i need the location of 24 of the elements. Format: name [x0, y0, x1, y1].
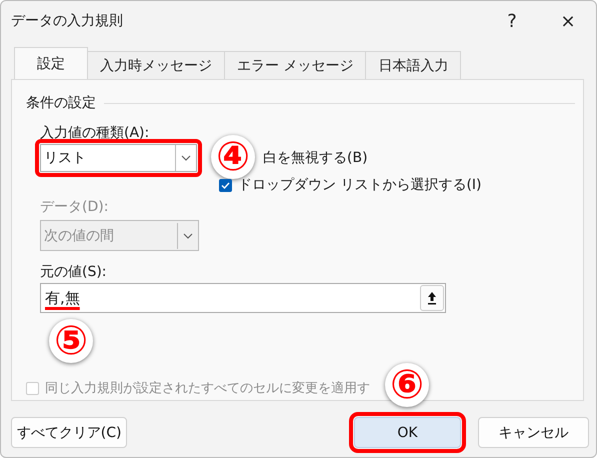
checkbox-label: 白を無視する(B) [263, 149, 368, 167]
field-label: データ(D): [40, 198, 110, 216]
tab[interactable]: 日本語入力 [365, 51, 462, 79]
dialog-button[interactable]: キャンセル [478, 417, 589, 448]
section-title: 条件の設定 [26, 94, 96, 112]
help-button[interactable]: ? [484, 1, 540, 41]
field-label: 元の値(S): [40, 263, 108, 281]
tab[interactable]: 設定 [14, 47, 88, 79]
checkbox-label: 同じ入力規則が設定されたすべてのセルに変更を適用す [45, 380, 370, 397]
checkbox[interactable] [219, 178, 232, 192]
allow-dropdown[interactable]: リスト [40, 144, 197, 172]
dialog-button[interactable]: すべてクリア(C) [11, 417, 128, 448]
field-value: 有,無 [45, 288, 81, 308]
upload-icon [427, 291, 437, 305]
chevron-down-icon [181, 155, 191, 161]
close-button[interactable]: × [540, 1, 596, 41]
step-number: ④ [211, 135, 255, 179]
checkmark-icon [221, 182, 230, 188]
collapse-button[interactable] [420, 285, 444, 311]
chevron-down-icon [183, 232, 193, 238]
window-title: データの入力規則 [11, 12, 124, 30]
source-field[interactable]: 有,無 [40, 283, 446, 313]
checkbox-label: ドロップダウン リストから選択する(I) [238, 176, 482, 194]
field-label: 入力値の種類(A): [40, 124, 150, 142]
